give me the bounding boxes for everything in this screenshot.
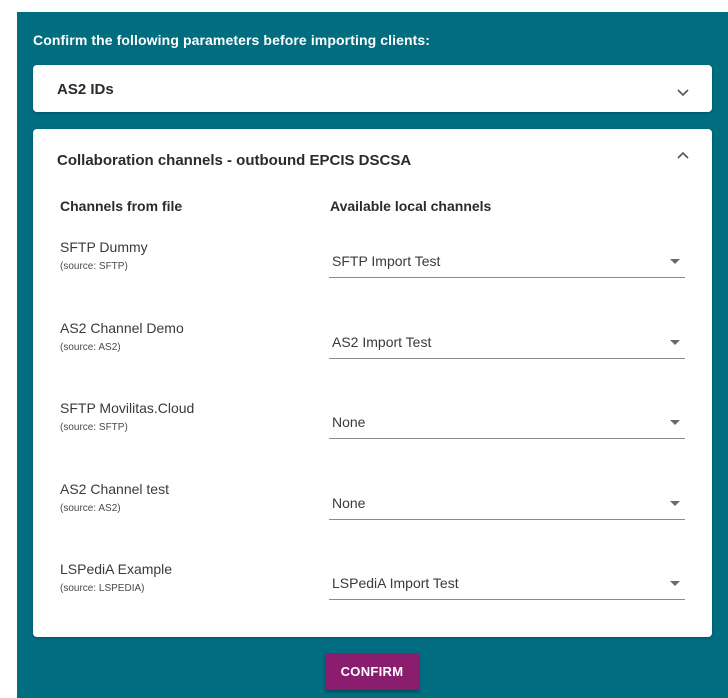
- channel-row: SFTP Movilitas.Cloud (source: SFTP) None: [33, 400, 712, 460]
- local-channel-select-value: SFTP Import Test: [332, 253, 441, 269]
- channel-name: SFTP Movilitas.Cloud: [60, 400, 195, 416]
- import-confirmation-panel: Confirm the following parameters before …: [17, 12, 728, 698]
- channel-source: (source: SFTP): [60, 261, 128, 272]
- local-channel-select-value: LSPediA Import Test: [332, 575, 459, 591]
- panel-title: Confirm the following parameters before …: [33, 32, 431, 48]
- dropdown-arrow-icon[interactable]: [670, 501, 680, 506]
- channel-row: AS2 Channel Demo (source: AS2) AS2 Impor…: [33, 320, 712, 380]
- as2-ids-section[interactable]: AS2 IDs: [33, 65, 712, 112]
- channel-name: AS2 Channel Demo: [60, 320, 184, 336]
- dropdown-arrow-icon[interactable]: [670, 340, 680, 345]
- local-channel-select[interactable]: SFTP Import Test: [329, 246, 685, 278]
- channel-name: LSPediA Example: [60, 561, 173, 577]
- dropdown-arrow-icon[interactable]: [670, 259, 680, 264]
- local-channel-select-value: None: [332, 495, 366, 511]
- collaboration-channels-title: Collaboration channels - outbound EPCIS …: [57, 152, 412, 169]
- local-channel-select-value: None: [332, 414, 366, 430]
- channel-row: SFTP Dummy (source: SFTP) SFTP Import Te…: [33, 239, 712, 299]
- channel-source: (source: SFTP): [60, 422, 128, 433]
- confirm-button[interactable]: CONFIRM: [325, 653, 419, 690]
- channel-source: (source: LSPEDIA): [60, 583, 145, 594]
- column-header-channels-from-file: Channels from file: [60, 198, 183, 214]
- chevron-down-icon[interactable]: [676, 85, 690, 99]
- local-channel-select[interactable]: None: [329, 488, 685, 520]
- channel-source: (source: AS2): [60, 503, 121, 514]
- channel-row: AS2 Channel test (source: AS2) None: [33, 481, 712, 541]
- column-header-available-local-channels: Available local channels: [330, 198, 492, 214]
- dropdown-arrow-icon[interactable]: [670, 581, 680, 586]
- local-channel-select[interactable]: AS2 Import Test: [329, 327, 685, 359]
- local-channel-select[interactable]: None: [329, 407, 685, 439]
- channel-row: LSPediA Example (source: LSPEDIA) LSPedi…: [33, 561, 712, 621]
- dropdown-arrow-icon[interactable]: [670, 420, 680, 425]
- channel-name: AS2 Channel test: [60, 481, 169, 497]
- local-channel-select-value: AS2 Import Test: [332, 334, 432, 350]
- chevron-up-icon[interactable]: [676, 149, 690, 163]
- collaboration-channels-section: Collaboration channels - outbound EPCIS …: [33, 129, 712, 637]
- channel-name: SFTP Dummy: [60, 239, 148, 255]
- channel-source: (source: AS2): [60, 342, 121, 353]
- as2-ids-title: AS2 IDs: [57, 81, 114, 98]
- local-channel-select[interactable]: LSPediA Import Test: [329, 568, 685, 600]
